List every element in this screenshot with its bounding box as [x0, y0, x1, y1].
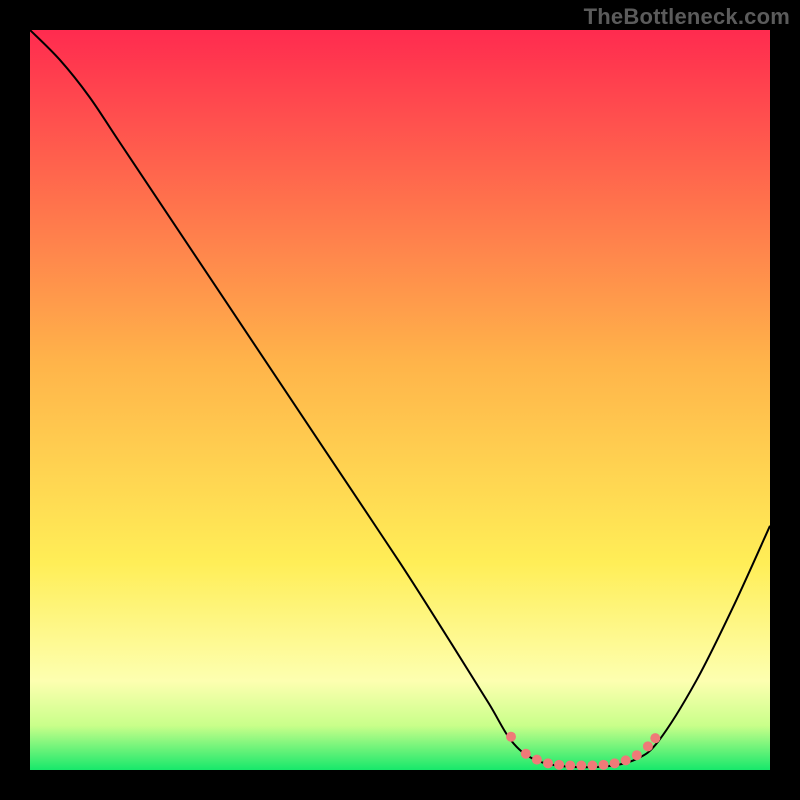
chart-svg [30, 30, 770, 770]
trough-marker [521, 749, 531, 759]
trough-marker [532, 755, 542, 765]
trough-marker [543, 758, 553, 768]
trough-marker [610, 758, 620, 768]
trough-marker [650, 733, 660, 743]
trough-marker [506, 732, 516, 742]
watermark-text: TheBottleneck.com [584, 4, 790, 30]
chart-frame: TheBottleneck.com [0, 0, 800, 800]
trough-marker [621, 755, 631, 765]
trough-marker [554, 760, 564, 770]
gradient-background [30, 30, 770, 770]
trough-marker [643, 741, 653, 751]
trough-marker [632, 750, 642, 760]
trough-marker [599, 760, 609, 770]
plot-area [30, 30, 770, 770]
